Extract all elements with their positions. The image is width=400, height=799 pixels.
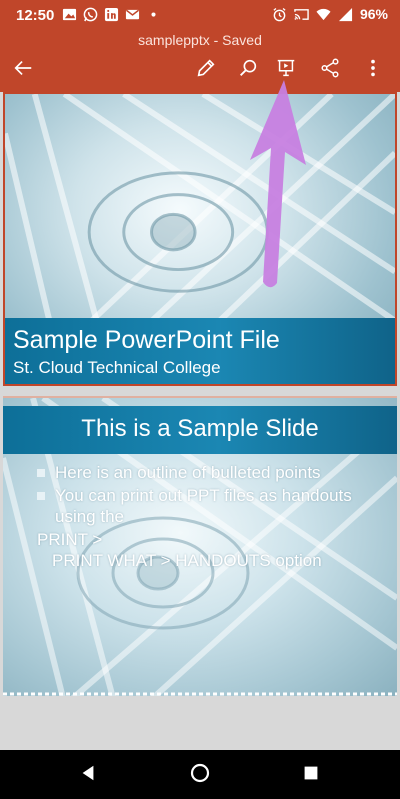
- system-navigation-bar: [0, 750, 400, 799]
- bullet-continuation: PRINT >: [37, 530, 103, 549]
- status-time: 12:50: [16, 7, 55, 24]
- slide-2-bullets: Here is an outline of bulleted points Yo…: [37, 462, 387, 571]
- cast-icon: [294, 7, 309, 22]
- back-button[interactable]: [8, 55, 38, 85]
- edit-pencil-icon: [195, 57, 217, 84]
- bullet-item: You can print out PPT files as handouts …: [37, 485, 387, 527]
- nav-recents-button[interactable]: [298, 762, 324, 788]
- share-button[interactable]: [315, 55, 345, 85]
- more-options-button[interactable]: [358, 55, 388, 85]
- home-circle-icon: [190, 763, 210, 788]
- status-bar: 12:50 96%: [0, 0, 400, 30]
- slide-1-title-band: Sample PowerPoint File St. Cloud Technic…: [5, 318, 395, 384]
- back-triangle-icon: [79, 764, 97, 787]
- bullet-item: Here is an outline of bulleted points: [37, 462, 387, 483]
- search-button[interactable]: [233, 55, 263, 85]
- recents-square-icon: [303, 765, 319, 786]
- slide-1-subtitle: St. Cloud Technical College: [13, 358, 221, 377]
- back-arrow-icon: [12, 57, 34, 84]
- app-bar: samplepptx - Saved: [0, 30, 400, 92]
- slide-2-title-band: This is a Sample Slide: [3, 406, 397, 454]
- alarm-icon: [272, 7, 287, 22]
- bullet-text: You can print out PPT files as handouts …: [55, 486, 352, 526]
- gmail-icon: [125, 7, 140, 22]
- battery-level: 96%: [359, 6, 388, 22]
- share-icon: [319, 57, 341, 84]
- slide-thumbnail-2[interactable]: This is a Sample Slide Here is an outlin…: [3, 396, 397, 698]
- bullet-marker: [37, 492, 45, 500]
- slide-thumbnail-1[interactable]: Sample PowerPoint File St. Cloud Technic…: [3, 92, 397, 386]
- bullet-marker: [37, 469, 45, 477]
- present-button[interactable]: [271, 55, 301, 85]
- system-icons: 96%: [272, 6, 388, 22]
- document-title: samplepptx - Saved: [138, 32, 262, 48]
- bullet-text: Here is an outline of bulleted points: [55, 463, 321, 482]
- slide-list-background: [0, 696, 400, 750]
- search-icon: [237, 57, 259, 84]
- wifi-icon: [316, 7, 331, 22]
- whatsapp-icon: [83, 7, 98, 22]
- slide-1-title: Sample PowerPoint File: [13, 326, 280, 354]
- nav-back-button[interactable]: [75, 762, 101, 788]
- edit-button[interactable]: [191, 55, 221, 85]
- bullet-continuation: PRINT WHAT > HANDOUTS option: [52, 551, 322, 570]
- present-icon: [275, 57, 297, 84]
- slide-2-title: This is a Sample Slide: [81, 415, 319, 442]
- signal-icon: [338, 7, 353, 22]
- dot-icon: [146, 7, 161, 22]
- photo-icon: [62, 7, 77, 22]
- more-vertical-icon: [362, 57, 384, 84]
- notification-icons: [62, 7, 161, 22]
- linkedin-icon: [104, 7, 119, 22]
- nav-home-button[interactable]: [187, 762, 213, 788]
